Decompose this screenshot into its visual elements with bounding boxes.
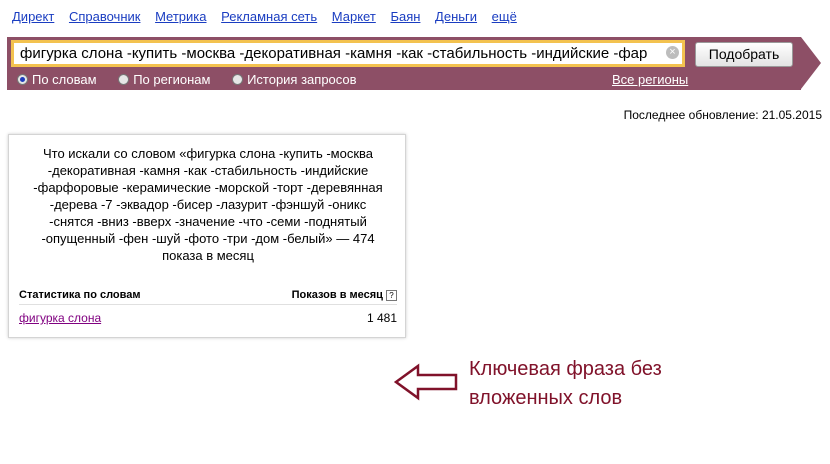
nav-money-link[interactable]: Деньги — [435, 9, 477, 24]
shows-count: 1 481 — [366, 311, 397, 325]
radio-by-regions[interactable]: По регионам — [118, 72, 210, 87]
nav-reference-link[interactable]: Справочник — [69, 9, 141, 24]
help-icon[interactable]: ? — [386, 290, 397, 301]
radio-by-regions-label: По регионам — [133, 72, 211, 87]
search-bar: фигурка слона -купить -москва -декоратив… — [7, 37, 801, 90]
annotation-line-1: Ключевая фраза без — [469, 358, 662, 380]
all-regions-link[interactable]: Все регионы — [612, 72, 688, 87]
last-update-text: Последнее обновление: 21.05.2015 — [623, 108, 822, 122]
nav-market-link[interactable]: Маркет — [332, 9, 376, 24]
clear-icon[interactable]: × — [666, 46, 679, 59]
radio-query-history[interactable]: История запросов — [232, 72, 357, 87]
radio-by-words-label: По словам — [32, 72, 97, 87]
annotation-text: Ключевая фраза без вложенных слов — [469, 355, 662, 413]
radio-icon — [118, 74, 130, 85]
radio-selected-icon — [17, 74, 28, 85]
col-shows-label: Показов в месяц — [291, 289, 383, 301]
col-shows-header: Показов в месяц ? — [292, 289, 397, 301]
table-row: фигурка слона 1 481 — [19, 311, 397, 325]
search-mode-options: По словам По регионам История запросов — [17, 72, 375, 87]
nav-ad-network-link[interactable]: Рекламная сеть — [221, 9, 317, 24]
top-nav: Директ Справочник Метрика Рекламная сеть… — [12, 9, 528, 24]
results-panel: Что искали со словом «фигурка слона -куп… — [8, 134, 406, 338]
nav-direct-link[interactable]: Директ — [12, 9, 54, 24]
radio-icon — [232, 74, 244, 85]
arrow-left-icon — [394, 363, 458, 401]
nav-more-link[interactable]: ещё — [492, 9, 517, 24]
annotation-line-2: вложенных слов — [469, 387, 623, 409]
col-words-header: Статистика по словам — [19, 289, 141, 301]
submit-button[interactable]: Подобрать — [695, 42, 793, 67]
search-bar-arrow-tail — [801, 37, 821, 89]
nav-bayan-link[interactable]: Баян — [390, 9, 420, 24]
radio-by-words[interactable]: По словам — [17, 72, 97, 87]
stats-table-header: Статистика по словам Показов в месяц ? — [19, 289, 397, 305]
phrase-link[interactable]: фигурка слона — [19, 311, 101, 325]
search-input[interactable]: фигурка слона -купить -москва -декоратив… — [11, 40, 685, 67]
results-title: Что искали со словом «фигурка слона -куп… — [33, 146, 383, 263]
radio-query-history-label: История запросов — [247, 72, 357, 87]
nav-metrika-link[interactable]: Метрика — [155, 9, 206, 24]
